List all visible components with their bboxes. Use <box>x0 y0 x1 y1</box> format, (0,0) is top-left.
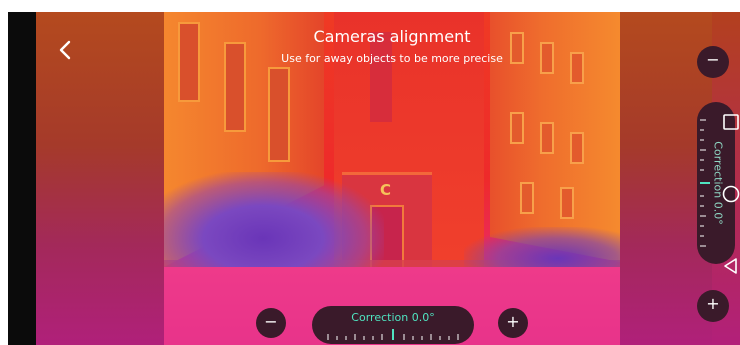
window <box>540 122 554 154</box>
correction-decrease-button[interactable]: − <box>256 308 286 338</box>
bush <box>464 227 620 272</box>
chevron-left-icon <box>59 40 71 60</box>
window <box>570 132 584 164</box>
building-right <box>490 12 620 262</box>
back-button[interactable] <box>54 38 78 62</box>
recents-button[interactable] <box>721 112 740 132</box>
window <box>268 67 290 162</box>
window <box>178 22 200 102</box>
system-back-button[interactable] <box>721 256 740 276</box>
page-title: Cameras alignment <box>313 27 471 46</box>
square-icon <box>723 114 739 130</box>
correction-slider[interactable]: Correction 0.0° <box>312 306 474 344</box>
side-correction-decrease-button[interactable]: − <box>697 46 729 78</box>
window <box>510 112 524 144</box>
page-subtitle: Use for away objects to be more precise <box>281 52 503 65</box>
correction-increase-button[interactable]: + <box>498 308 528 338</box>
window <box>520 182 534 214</box>
window <box>570 52 584 84</box>
circle-icon <box>722 185 740 203</box>
window <box>540 42 554 74</box>
home-button[interactable] <box>721 184 740 204</box>
correction-value-label: Correction 0.0° <box>351 311 435 324</box>
window <box>224 42 246 132</box>
triangle-back-icon <box>724 258 737 274</box>
side-correction-scale <box>700 119 710 247</box>
left-black-bar <box>8 12 36 345</box>
window <box>560 187 574 219</box>
app-screen: C Cameras alignment Use for away objects… <box>8 12 740 345</box>
side-correction-increase-button[interactable]: + <box>697 290 729 322</box>
correction-scale <box>327 329 459 340</box>
bush <box>164 172 384 267</box>
